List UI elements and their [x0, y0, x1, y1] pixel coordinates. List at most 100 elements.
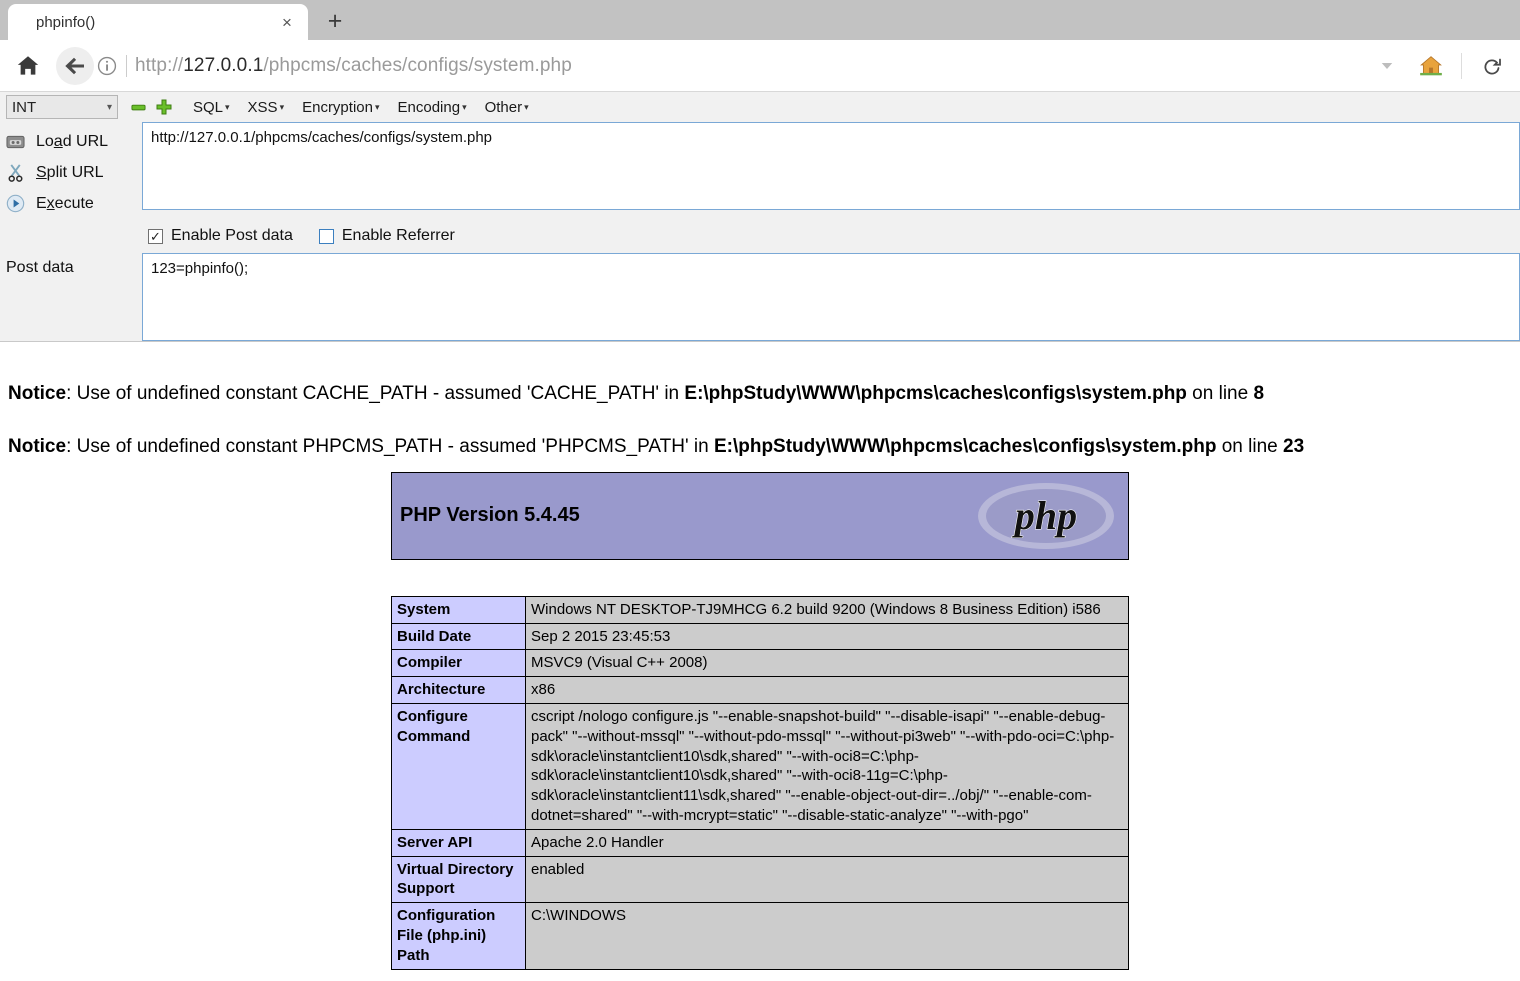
caret-icon: ▾: [524, 101, 529, 112]
green-minus-icon[interactable]: [128, 97, 148, 117]
notice-online: on line: [1216, 435, 1283, 457]
load-url-button[interactable]: Load URL: [4, 126, 142, 157]
chevron-down-icon[interactable]: [1367, 46, 1407, 86]
hackbar-menus: SQL ▾ XSS ▾ Encryption ▾ Encoding ▾ Other ▾: [184, 99, 538, 116]
row-value: MSVC9 (Visual C++ 2008): [525, 649, 1129, 678]
menu-xss-label: XSS: [247, 98, 278, 116]
notice-line: 23: [1283, 435, 1305, 457]
url-separator: [126, 54, 127, 77]
hackbar-menu-row: INT ▾ SQL ▾ XSS ▾ Encryption ▾ Encoding ▾ Ot…: [0, 92, 1520, 122]
enable-post-data-label: Enable Post data: [171, 227, 293, 244]
enable-referrer-checkbox[interactable]: Enable Referrer: [318, 227, 455, 245]
row-key: Server API: [391, 828, 526, 857]
enable-referrer-label: Enable Referrer: [341, 227, 455, 244]
post-data-label: Post data: [6, 259, 74, 276]
phpinfo-block: PHP Version 5.4.45 php System Windows NT…: [391, 471, 1129, 970]
checkbox-box[interactable]: [318, 228, 334, 244]
php-version-text: PHP Version 5.4.45: [400, 504, 580, 527]
hackbar-url-row: Load URL Split URL Execute http://127.0.…: [0, 122, 1520, 219]
home-page-icon[interactable]: [1411, 46, 1451, 86]
php-info-table-body: System Windows NT DESKTOP-TJ9MHCG 6.2 bu…: [391, 595, 1129, 970]
table-row: Compiler MSVC9 (Visual C++ 2008): [391, 649, 1129, 678]
hackbar-post-row: Post data 123=phpinfo();: [0, 253, 1520, 341]
php-logo-icon: php: [976, 479, 1116, 553]
url-input[interactable]: http://127.0.0.1/phpcms/caches/configs/s…: [142, 122, 1520, 210]
browser-tab[interactable]: phpinfo() ×: [8, 4, 308, 40]
row-value: x86: [525, 676, 1129, 704]
row-key: Compiler: [391, 649, 526, 678]
home-icon[interactable]: [8, 46, 48, 86]
hackbar-url-field-wrap: http://127.0.0.1/phpcms/caches/configs/s…: [142, 122, 1520, 219]
menu-sql[interactable]: SQL ▾: [184, 99, 239, 116]
row-key: Configuration File (php.ini) Path: [391, 902, 526, 970]
notice-line: 8: [1253, 383, 1265, 404]
hackbar-panel: INT ▾ SQL ▾ XSS ▾ Encryption ▾ Encoding ▾ Ot…: [0, 92, 1520, 342]
notice-file: E:\phpStudy\WWW\phpcms\caches\configs\sy…: [713, 435, 1217, 457]
notice-prefix: Notice: [8, 435, 67, 457]
navigation-bar: http://127.0.0.1/phpcms/caches/configs/s…: [0, 40, 1520, 92]
menu-encryption[interactable]: Encryption ▾: [293, 99, 388, 116]
notice-message: : Use of undefined constant PHPCMS_PATH …: [66, 435, 714, 457]
tab-strip: phpinfo() × +: [0, 0, 1520, 40]
url-scheme: http://: [135, 54, 184, 76]
caret-icon: ▾: [279, 101, 285, 112]
row-value: Windows NT DESKTOP-TJ9MHCG 6.2 build 920…: [525, 595, 1129, 624]
menu-other[interactable]: Other ▾: [476, 99, 538, 116]
hackbar-actions: Load URL Split URL Execute: [0, 122, 142, 219]
execute-button[interactable]: Execute: [4, 188, 142, 219]
new-tab-button[interactable]: +: [318, 4, 352, 38]
menu-xss[interactable]: XSS ▾: [239, 99, 294, 116]
checkbox-box[interactable]: [148, 228, 163, 244]
reload-icon[interactable]: [1472, 46, 1512, 86]
row-key: Architecture: [391, 676, 526, 704]
php-version-banner: PHP Version 5.4.45 php: [391, 471, 1129, 560]
execute-play-icon: [4, 194, 26, 213]
info-icon[interactable]: [96, 55, 118, 77]
menu-sql-label: SQL: [193, 98, 224, 116]
row-key: Virtual Directory Support: [391, 855, 526, 904]
row-value: cscript /nologo configure.js "--enable-s…: [525, 702, 1129, 830]
page-content: Notice: Use of undefined constant CACHE_…: [0, 342, 1520, 970]
notice-prefix: Notice: [8, 383, 67, 404]
menu-encoding-label: Encoding: [397, 98, 461, 116]
table-row: Architecture x86: [391, 676, 1129, 704]
back-arrow-icon[interactable]: [56, 46, 94, 85]
charset-select[interactable]: INT ▾: [6, 95, 118, 119]
execute-label: Execute: [36, 194, 94, 212]
nav-divider: [1461, 52, 1462, 79]
scissors-icon: [4, 163, 26, 183]
split-url-label: Split URL: [36, 163, 104, 181]
row-value: C:\WINDOWS: [525, 902, 1129, 970]
notice-file: E:\phpStudy\WWW\phpcms\caches\configs\sy…: [684, 383, 1187, 404]
row-value: enabled: [525, 855, 1129, 904]
load-url-label: Load URL: [36, 132, 109, 150]
hackbar-checkbox-row: Enable Post data Enable Referrer: [0, 219, 1520, 253]
tab-title: phpinfo(): [36, 13, 96, 31]
load-url-icon: [4, 134, 26, 150]
charset-select-value: INT: [12, 98, 37, 116]
address-bar[interactable]: http://127.0.0.1/phpcms/caches/configs/s…: [96, 46, 1365, 86]
url-text: http://127.0.0.1/phpcms/caches/configs/s…: [135, 55, 572, 77]
post-data-field-wrap: 123=phpinfo();: [142, 253, 1520, 341]
table-row: Server API Apache 2.0 Handler: [391, 828, 1129, 857]
notice-message: : Use of undefined constant CACHE_PATH -…: [66, 383, 685, 404]
close-icon[interactable]: ×: [276, 11, 298, 33]
caret-icon: ▾: [462, 101, 467, 112]
svg-text:php: php: [1012, 493, 1077, 538]
nav-right-group: [1367, 46, 1512, 86]
table-row: Configure Command cscript /nologo config…: [391, 702, 1129, 830]
row-value: Sep 2 2015 23:45:53: [525, 622, 1129, 651]
row-key: Build Date: [391, 622, 526, 651]
table-row: Virtual Directory Support enabled: [391, 855, 1129, 904]
table-row: Configuration File (php.ini) Path C:\WIN…: [391, 902, 1129, 970]
menu-encryption-label: Encryption: [302, 98, 373, 116]
menu-encoding[interactable]: Encoding ▾: [389, 99, 476, 116]
row-key: Configure Command: [391, 702, 526, 830]
php-notice-1: Notice: Use of undefined constant CACHE_…: [0, 342, 1520, 405]
enable-post-data-checkbox[interactable]: Enable Post data: [148, 227, 293, 245]
chevron-down-icon: ▾: [106, 101, 112, 113]
green-plus-icon[interactable]: [154, 97, 174, 117]
split-url-button[interactable]: Split URL: [4, 157, 142, 188]
caret-icon: ▾: [374, 101, 380, 112]
post-data-input[interactable]: 123=phpinfo();: [142, 253, 1520, 341]
